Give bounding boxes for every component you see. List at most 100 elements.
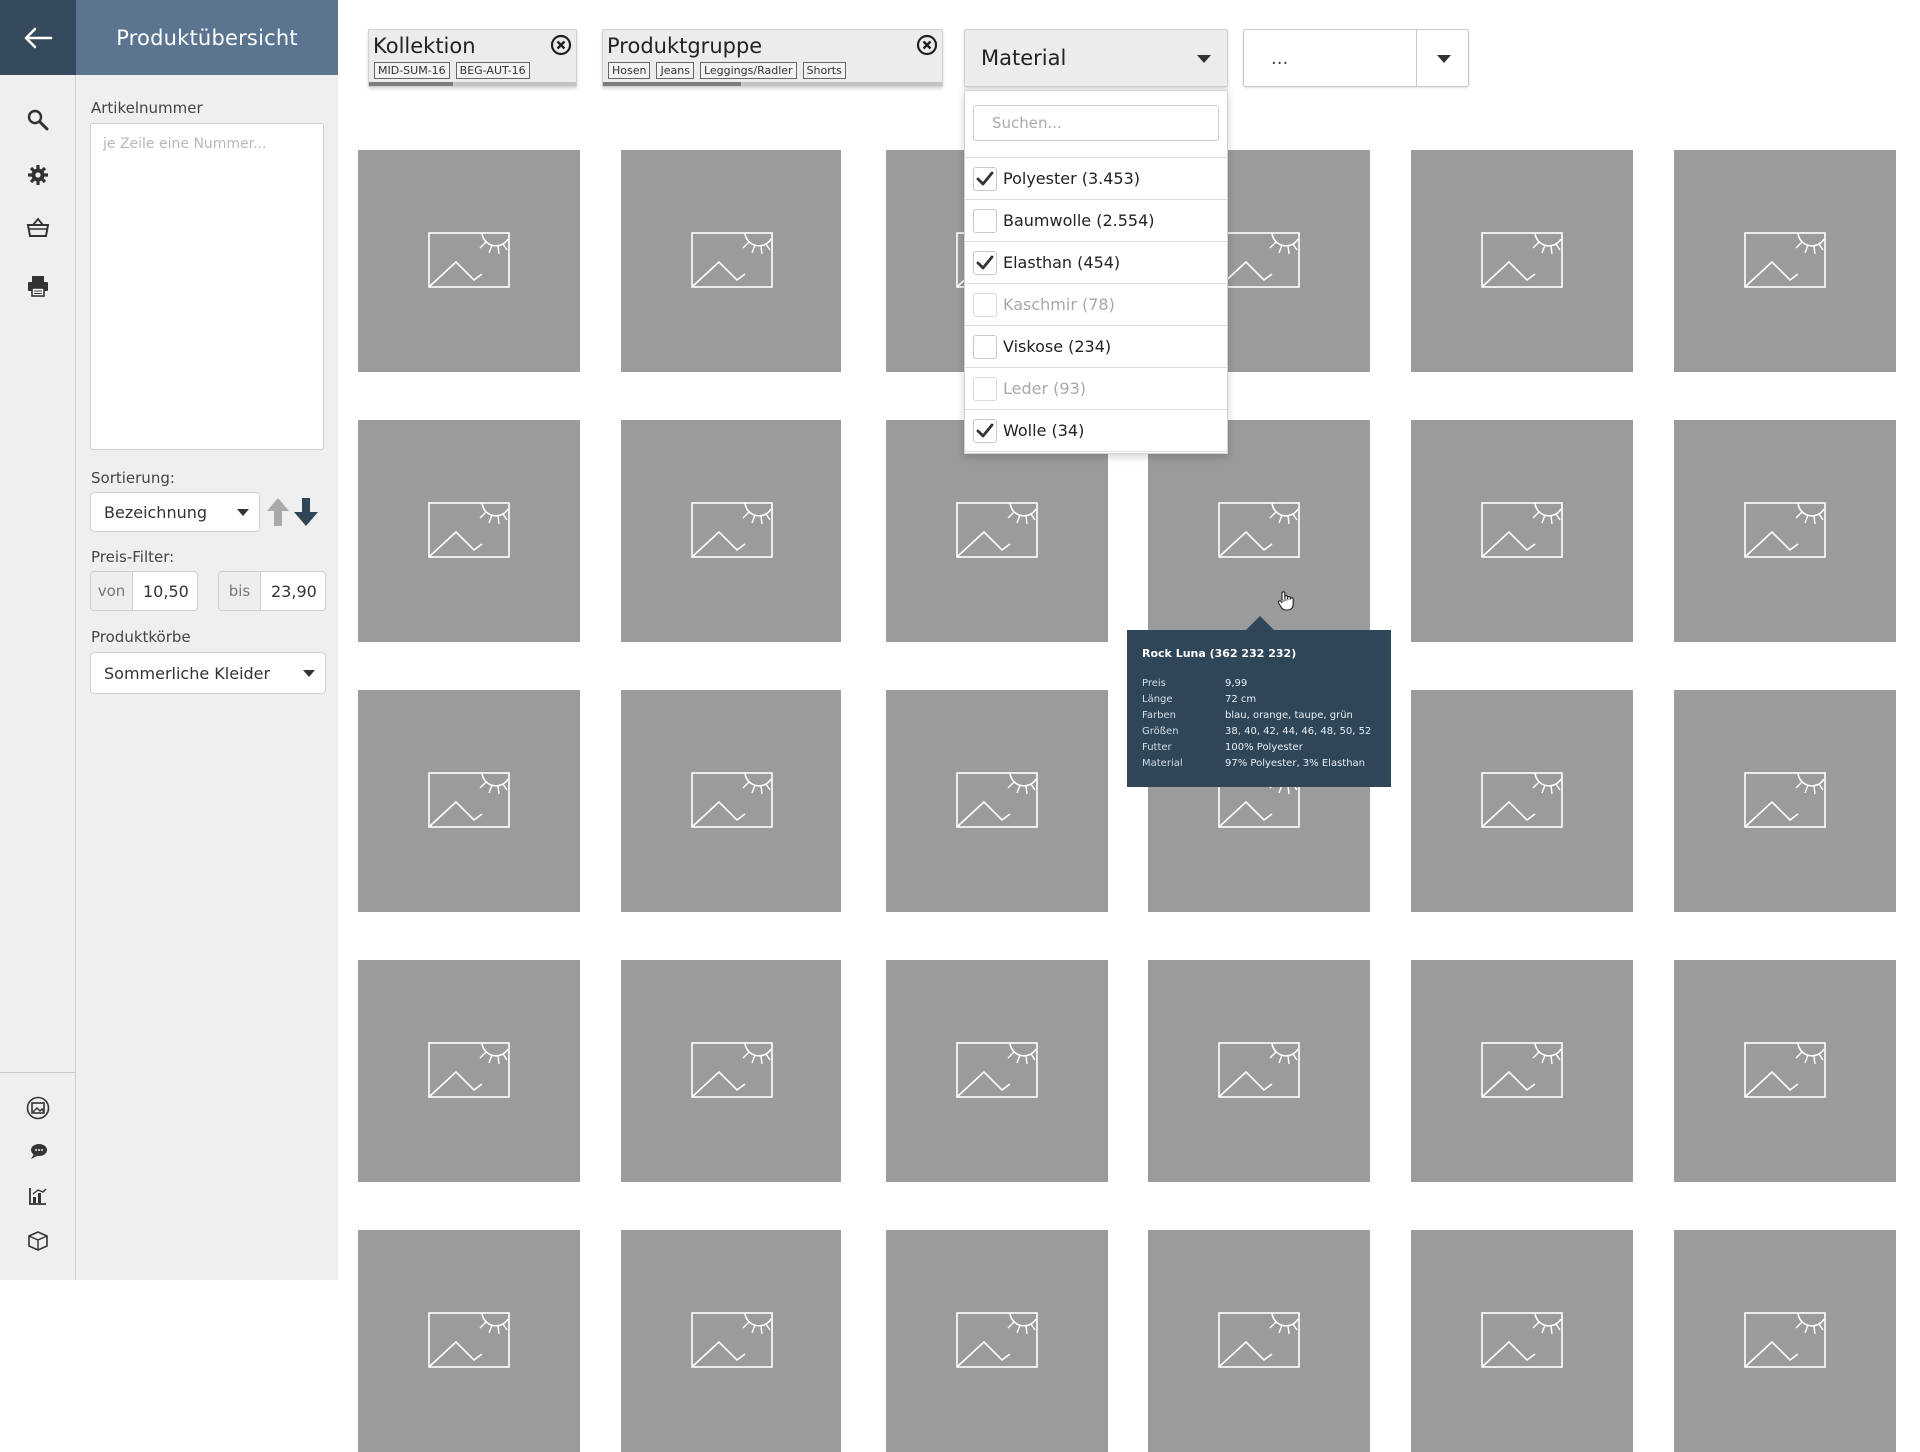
filter-chip-kollektion[interactable]: Kollektion MID-SUM-16 BEG-AUT-16	[368, 29, 577, 87]
product-tile[interactable]	[1674, 1230, 1896, 1452]
product-tile[interactable]	[358, 420, 580, 642]
product-tile[interactable]	[358, 1230, 580, 1452]
image-placeholder-icon	[1744, 1042, 1826, 1098]
material-menu: Suchen... Polyester (3.453) Baumwolle (2.…	[964, 90, 1228, 454]
product-tile[interactable]	[621, 690, 841, 912]
checkbox[interactable]	[973, 292, 997, 317]
chevron-down-icon	[303, 670, 315, 677]
material-dropdown[interactable]: Material	[964, 29, 1228, 87]
close-icon[interactable]	[916, 34, 938, 56]
tooltip-row: Größen 38, 40, 42, 44, 46, 48, 50, 52	[1142, 726, 1371, 737]
back-button[interactable]	[0, 0, 76, 75]
material-option[interactable]: Leder (93)	[965, 368, 1227, 410]
product-tile[interactable]	[886, 1230, 1108, 1452]
price-from-field[interactable]: von 10,50	[90, 571, 198, 611]
product-baskets-select[interactable]: Sommerliche Kleider	[90, 652, 326, 694]
material-option[interactable]: Baumwolle (2.554)	[965, 200, 1227, 242]
product-tile[interactable]	[1411, 150, 1633, 372]
filter-chip-title: Kollektion	[373, 34, 476, 58]
search-icon[interactable]	[22, 104, 54, 136]
comment-icon[interactable]	[22, 1136, 54, 1168]
checkbox[interactable]	[973, 334, 997, 359]
product-tile[interactable]	[358, 960, 580, 1182]
extra-filter-dropdown[interactable]: ...	[1243, 29, 1469, 87]
image-placeholder-icon	[1744, 772, 1826, 828]
image-placeholder-icon	[428, 772, 510, 828]
tooltip-value: 9,99	[1225, 678, 1248, 689]
close-icon[interactable]	[550, 34, 572, 56]
product-tile[interactable]	[621, 960, 841, 1182]
tooltip-row: Farben blau, orange, taupe, grün	[1142, 710, 1353, 721]
material-option[interactable]: Elasthan (454)	[965, 242, 1227, 284]
product-tile[interactable]	[358, 690, 580, 912]
filter-tag: MID-SUM-16	[374, 62, 450, 79]
image-placeholder-icon	[428, 502, 510, 558]
icon-rail	[0, 0, 76, 1280]
material-option[interactable]: Wolle (34)	[965, 410, 1227, 452]
product-tile[interactable]	[621, 1230, 841, 1452]
checkbox[interactable]	[973, 208, 997, 233]
filter-tag: Leggings/Radler	[699, 62, 797, 79]
sort-asc-button[interactable]	[266, 496, 290, 532]
checkmark-icon	[976, 423, 994, 437]
image-placeholder-icon	[1744, 502, 1826, 558]
material-search-input[interactable]: Suchen...	[973, 105, 1219, 141]
article-number-input[interactable]: je Zeile eine Nummer...	[90, 123, 324, 450]
extra-filter-value: ...	[1271, 48, 1289, 69]
product-tile[interactable]	[1411, 1230, 1633, 1452]
material-option[interactable]: Kaschmir (78)	[965, 284, 1227, 326]
article-number-label: Artikelnummer	[91, 99, 203, 117]
arrow-down-icon	[294, 498, 318, 526]
image-placeholder-icon	[428, 1312, 510, 1368]
material-option-label: Elasthan (454)	[1003, 253, 1121, 272]
product-tile[interactable]	[358, 150, 580, 372]
chevron-down-icon[interactable]	[1437, 55, 1451, 63]
checkbox-checked[interactable]	[973, 250, 997, 275]
product-tile[interactable]	[1148, 1230, 1370, 1452]
basket-icon[interactable]	[22, 212, 54, 244]
sort-desc-button[interactable]	[293, 496, 319, 532]
price-from-value[interactable]: 10,50	[133, 572, 189, 610]
chart-icon[interactable]	[22, 1180, 54, 1212]
filter-chip-produktgruppe[interactable]: Produktgruppe Hosen Jeans Leggings/Radle…	[602, 29, 943, 87]
gallery-icon[interactable]	[22, 1092, 54, 1124]
product-tile[interactable]	[1674, 420, 1896, 642]
chevron-down-icon	[237, 509, 249, 516]
sort-select[interactable]: Bezeichnung	[90, 492, 260, 532]
product-tile[interactable]	[886, 960, 1108, 1182]
image-placeholder-icon	[1218, 1042, 1300, 1098]
product-tile[interactable]	[1148, 960, 1370, 1182]
tooltip-row: Futter 100% Polyester	[1142, 742, 1303, 753]
material-option[interactable]: Viskose (234)	[965, 326, 1227, 368]
checkbox[interactable]	[973, 376, 997, 401]
product-tile[interactable]	[1674, 150, 1896, 372]
price-to-value[interactable]: 23,90	[261, 572, 317, 610]
image-placeholder-icon	[691, 1042, 773, 1098]
product-tile[interactable]	[1411, 420, 1633, 642]
product-tile[interactable]	[621, 420, 841, 642]
chevron-down-icon	[1197, 55, 1211, 63]
checkbox-checked[interactable]	[973, 166, 997, 191]
arrow-left-icon	[24, 27, 53, 48]
package-icon[interactable]	[22, 1224, 54, 1256]
dropdown-divider	[1416, 30, 1417, 86]
product-tile[interactable]	[1674, 960, 1896, 1182]
product-tile[interactable]	[1674, 690, 1896, 912]
product-tile[interactable]	[1411, 690, 1633, 912]
printer-icon[interactable]	[22, 270, 54, 302]
gear-icon[interactable]	[22, 159, 54, 191]
tooltip-row: Preis 9,99	[1142, 678, 1247, 689]
image-placeholder-icon	[1744, 232, 1826, 288]
material-option[interactable]: Polyester (3.453)	[965, 158, 1227, 200]
image-placeholder-icon	[1218, 232, 1300, 288]
image-placeholder-icon	[1481, 502, 1563, 558]
checkbox-checked[interactable]	[973, 418, 997, 443]
sort-select-value: Bezeichnung	[104, 502, 208, 522]
product-tile[interactable]	[886, 690, 1108, 912]
image-placeholder-icon	[1481, 1312, 1563, 1368]
price-to-label: bis	[219, 572, 261, 610]
product-tile[interactable]	[621, 150, 841, 372]
product-tile[interactable]	[1411, 960, 1633, 1182]
filter-chip-bar-fill	[603, 82, 741, 86]
price-to-field[interactable]: bis 23,90	[218, 571, 326, 611]
